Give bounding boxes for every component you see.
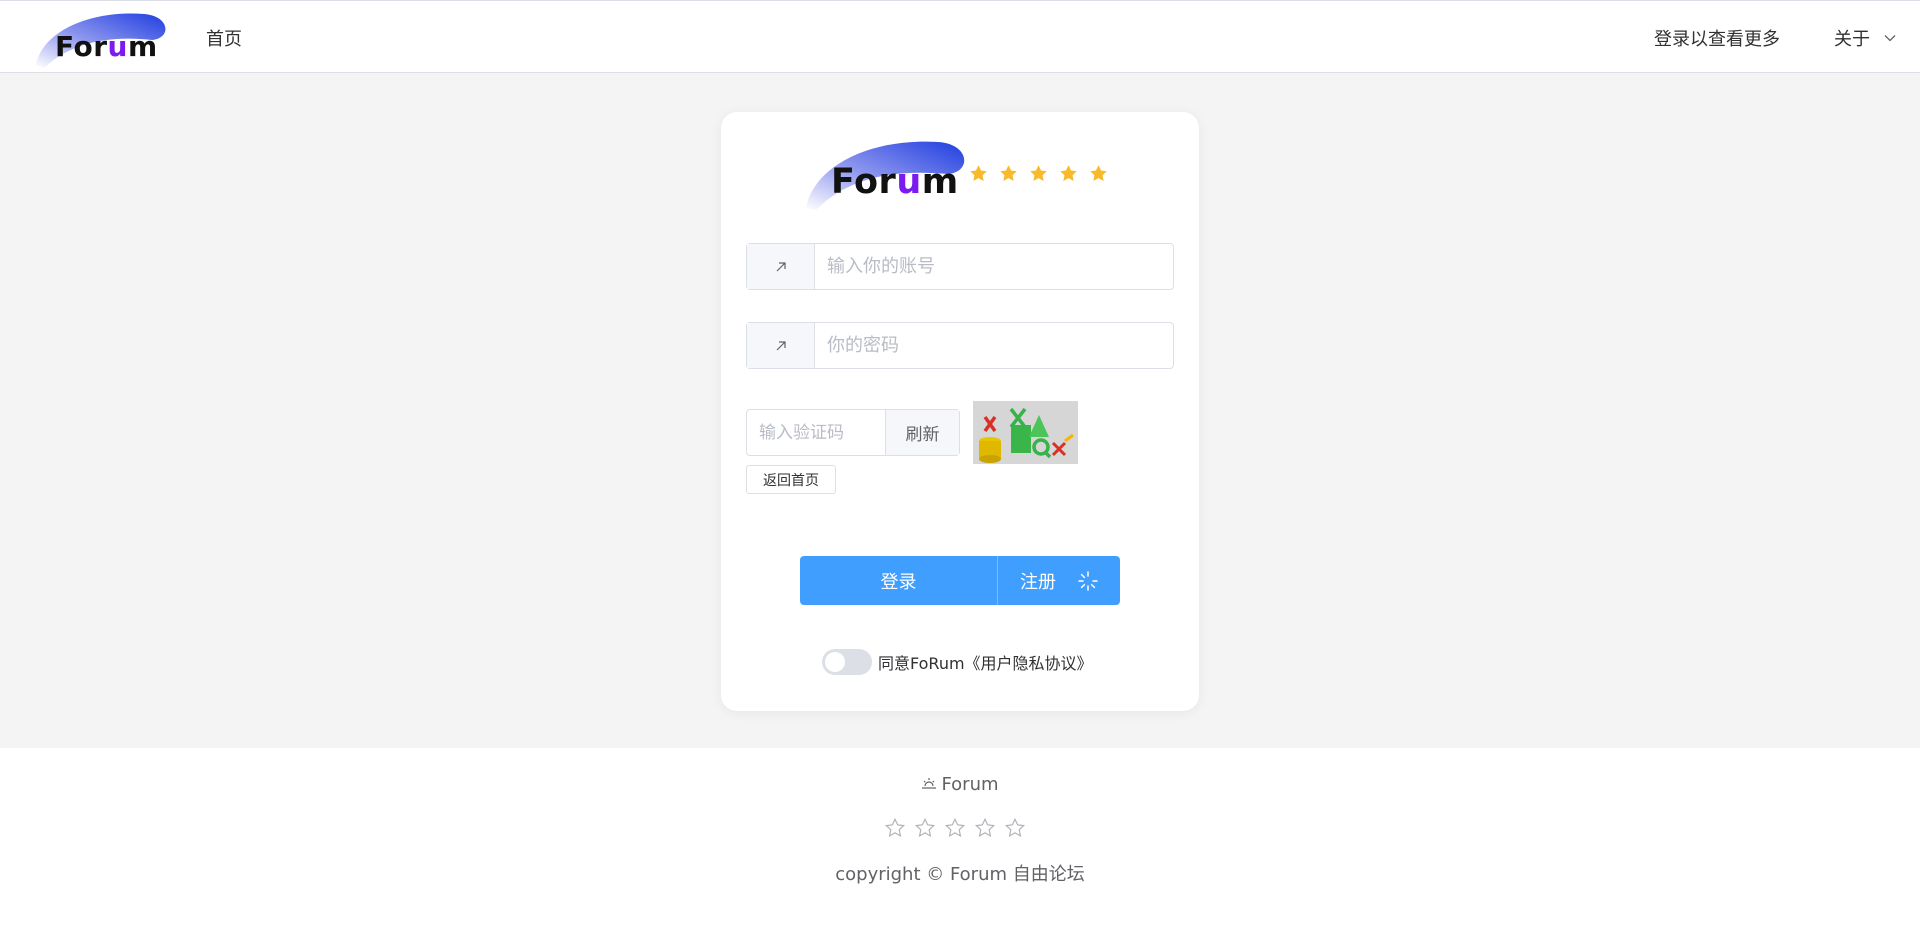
- star-outline-icon[interactable]: [884, 817, 906, 839]
- star-outline-icon[interactable]: [944, 817, 966, 839]
- captcha-graphic: [973, 401, 1078, 464]
- logo-text: Forum: [55, 30, 158, 63]
- nav-login-to-see-more-link[interactable]: 登录以查看更多: [1654, 25, 1780, 51]
- chevron-down-icon: [1884, 35, 1896, 42]
- footer-copyright: copyright © Forum 自由论坛: [835, 864, 1085, 885]
- register-label: 注册: [1020, 571, 1056, 593]
- captcha-image[interactable]: [973, 401, 1078, 464]
- captcha-refresh-button[interactable]: 刷新: [885, 410, 959, 455]
- rating-stars[interactable]: [968, 163, 1109, 184]
- privacy-agreement-switch[interactable]: [822, 649, 872, 675]
- register-button[interactable]: 注册: [998, 556, 1120, 605]
- star-filled-icon[interactable]: [1058, 163, 1079, 184]
- footer-rating-stars[interactable]: [884, 817, 1026, 839]
- captcha-field-group: 刷新: [746, 409, 960, 456]
- privacy-agreement-label: 同意FoRum《用户隐私协议》: [878, 654, 1093, 673]
- star-filled-icon[interactable]: [1088, 163, 1109, 184]
- forum-logo[interactable]: Forum: [34, 10, 168, 70]
- account-field-group: [746, 243, 1174, 290]
- account-prepend: [747, 244, 815, 289]
- login-card-logo: Forum: [804, 138, 966, 212]
- back-to-home-button[interactable]: 返回首页: [746, 465, 836, 494]
- logo-text: Forum: [831, 162, 959, 202]
- star-filled-icon[interactable]: [1028, 163, 1049, 184]
- sunrise-icon: [922, 778, 937, 789]
- top-navbar: Forum 首页 登录以查看更多 关于: [0, 0, 1920, 73]
- loading-spinner-icon: [1078, 570, 1098, 591]
- captcha-input[interactable]: [747, 410, 885, 455]
- star-outline-icon[interactable]: [914, 817, 936, 839]
- page-footer: Forum copyright © Forum 自由论坛: [0, 748, 1920, 932]
- arrow-top-right-icon: [776, 340, 786, 350]
- login-button[interactable]: 登录: [800, 556, 998, 605]
- auth-button-group: 登录 注册: [800, 556, 1120, 605]
- star-filled-icon[interactable]: [968, 163, 989, 184]
- star-outline-icon[interactable]: [974, 817, 996, 839]
- arrow-top-right-icon: [776, 261, 786, 271]
- nav-about-dropdown[interactable]: 关于: [1834, 25, 1896, 51]
- footer-brand-name: Forum: [941, 774, 999, 795]
- privacy-agreement-row: 同意FoRum《用户隐私协议》: [822, 649, 1093, 675]
- nav-home-link[interactable]: 首页: [206, 25, 242, 51]
- footer-brand: Forum: [0, 774, 1920, 795]
- password-input[interactable]: [815, 323, 1173, 368]
- star-outline-icon[interactable]: [1004, 817, 1026, 839]
- star-filled-icon[interactable]: [998, 163, 1019, 184]
- account-input[interactable]: [815, 244, 1173, 289]
- nav-about-label: 关于: [1834, 29, 1870, 50]
- password-prepend: [747, 323, 815, 368]
- password-field-group: [746, 322, 1174, 369]
